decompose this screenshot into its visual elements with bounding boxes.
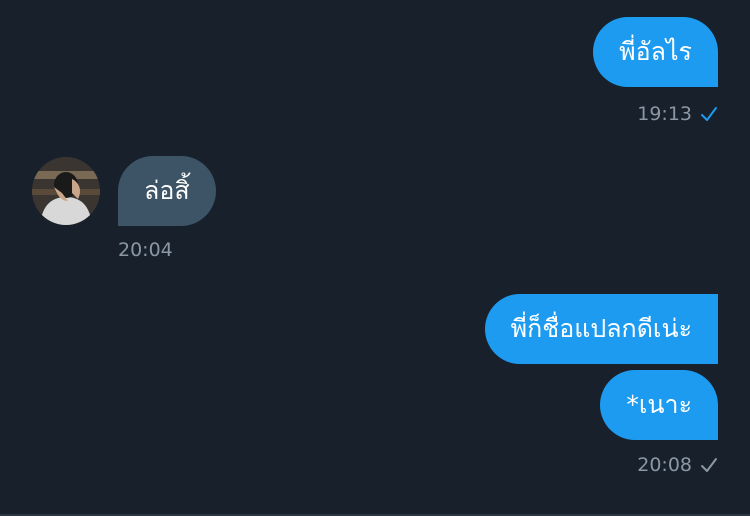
avatar-photo (32, 157, 100, 225)
message-timestamp: 19:13 (637, 103, 692, 125)
message-text: ล่อสิ้ (144, 176, 190, 205)
message-timestamp: 20:04 (118, 239, 173, 261)
avatar[interactable] (32, 157, 100, 225)
message-bubble-outgoing[interactable]: *เนาะ (600, 370, 718, 440)
chat-thread: พี่อัลไร 19:13 ล่อสิ้ 20:04 พี่ก็ชื่อแปล… (0, 0, 750, 516)
message-timestamp: 20:08 (637, 454, 692, 476)
sent-check-icon (701, 458, 717, 472)
message-text: พี่ก็ชื่อแปลกดีเน่ะ (510, 314, 692, 343)
message-text: พี่อัลไร (619, 37, 692, 66)
message-meta: 20:04 (118, 238, 173, 262)
message-meta: 19:13 (637, 102, 718, 126)
message-text: *เนาะ (626, 390, 692, 419)
message-bubble-outgoing[interactable]: พี่อัลไร (593, 17, 718, 87)
message-bubble-outgoing[interactable]: พี่ก็ชื่อแปลกดีเน่ะ (484, 294, 718, 364)
read-check-icon (701, 107, 717, 121)
message-bubble-incoming[interactable]: ล่อสิ้ (118, 156, 216, 226)
message-meta: 20:08 (637, 453, 718, 477)
